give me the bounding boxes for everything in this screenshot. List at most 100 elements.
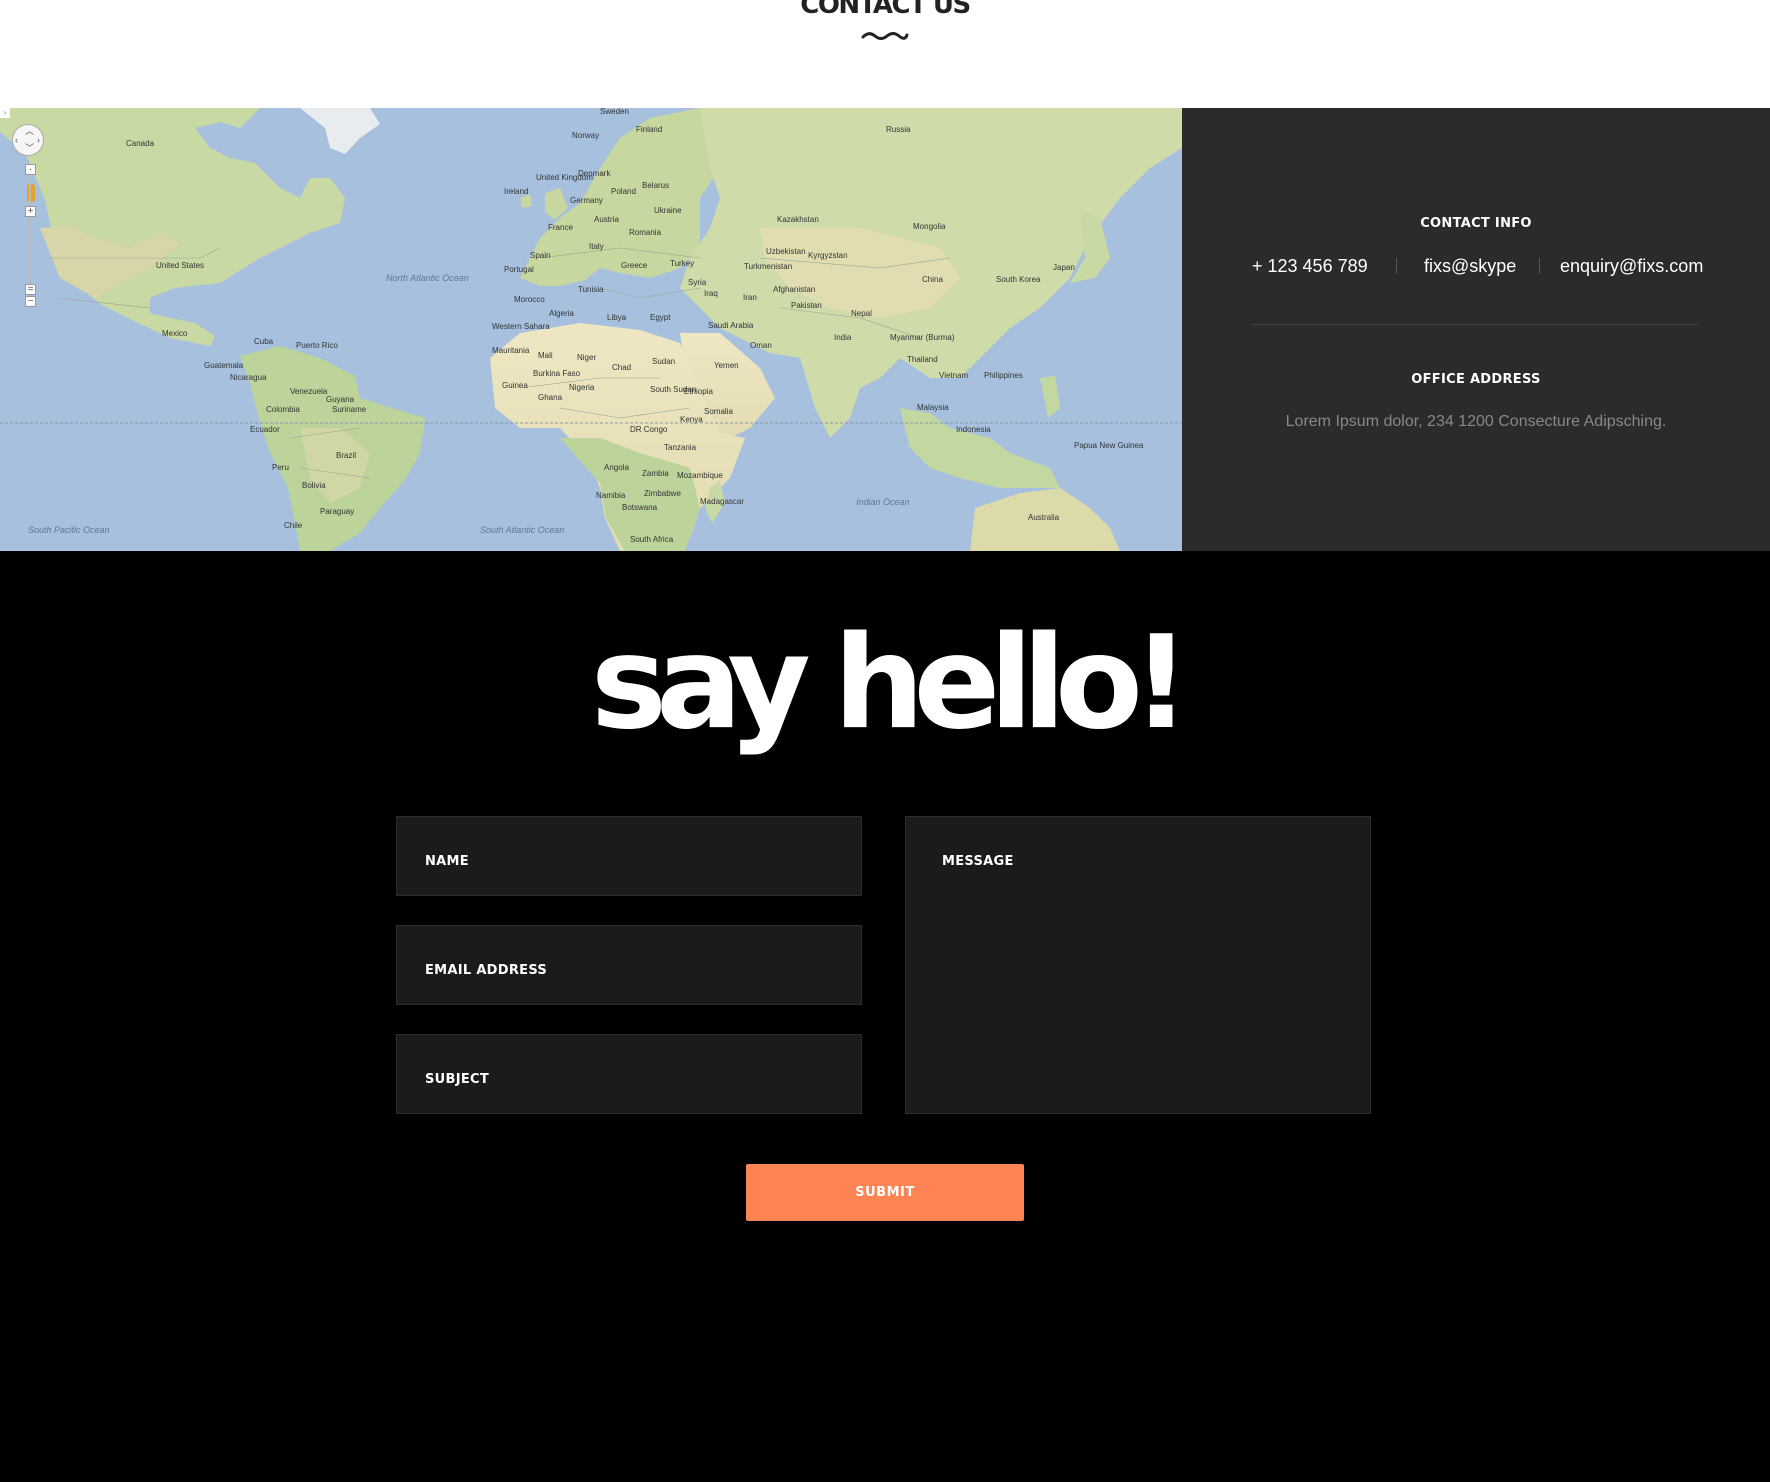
map-label: Austria: [594, 215, 619, 224]
map-label: Norway: [572, 131, 600, 140]
map-label: Turkmenistan: [744, 262, 793, 271]
map-collapse-arrow-icon[interactable]: ›: [0, 108, 10, 118]
map-label: Papua New Guinea: [1074, 441, 1144, 450]
submit-button[interactable]: SUBMIT: [746, 1164, 1024, 1221]
map-label: Ukraine: [654, 206, 682, 215]
map-label: Guyana: [326, 395, 355, 404]
map-label: Ireland: [504, 187, 529, 196]
map-label: Kyrgyzstan: [808, 251, 848, 260]
map-label: Kenya: [680, 415, 703, 424]
contact-row: + 123 456 789 fixs@skype enquiry@fixs.co…: [1182, 256, 1770, 276]
office-address: Lorem Ipsum dolor, 234 1200 Consecture A…: [1285, 413, 1667, 430]
map-label: Vietnam: [939, 371, 969, 380]
map-label: Romania: [629, 228, 662, 237]
map-label: Greece: [621, 261, 648, 270]
map-label: Indonesia: [956, 425, 991, 434]
map-label: Bolivia: [302, 481, 326, 490]
chevron-right-icon[interactable]: ›: [37, 136, 40, 145]
map-label: Algeria: [549, 309, 574, 318]
map-label: Saudi Arabia: [708, 321, 754, 330]
map-label: Yemen: [714, 361, 739, 370]
map-label: Cuba: [254, 337, 274, 346]
map-ocean-label: Indian Ocean: [856, 497, 910, 507]
map-label: Philippines: [984, 371, 1023, 380]
map-label: Western Sahara: [492, 322, 550, 331]
map-label: Guatemala: [204, 361, 244, 370]
map-label: Egypt: [650, 313, 671, 322]
map-label: Belarus: [642, 181, 670, 190]
map-label: Ecuador: [250, 425, 280, 434]
map-label: Angola: [604, 463, 629, 472]
map-label: Turkey: [670, 259, 695, 268]
contact-info-panel: CONTACT INFO + 123 456 789 fixs@skype en…: [1182, 108, 1770, 551]
chevron-down-icon[interactable]: ﹀: [25, 144, 34, 153]
map-label: Nicaragua: [230, 373, 267, 382]
map-label: Germany: [570, 196, 603, 205]
map-label: Namibia: [596, 491, 626, 500]
map-label: Puerto Rico: [296, 341, 338, 350]
world-map[interactable]: Canada United States Mexico Cuba Puerto …: [0, 108, 1182, 551]
map-label: Chad: [612, 363, 632, 372]
map-label: Libya: [607, 313, 627, 322]
map-label: Spain: [530, 251, 551, 260]
map-label: Burkina Faso: [533, 369, 581, 378]
map-controls: ︿ ‹ › ﹀ · + = −: [12, 124, 44, 307]
map-label: United States: [156, 261, 205, 270]
map-label: Guinea: [502, 381, 528, 390]
subject-field[interactable]: SUBJECT: [396, 1034, 862, 1114]
map-label: Canada: [126, 139, 155, 148]
zoom-thumb-icon[interactable]: =: [25, 284, 36, 295]
map-label: Oman: [750, 341, 772, 350]
map-label: Madagascar: [700, 497, 745, 506]
map-label: Iraq: [704, 289, 718, 298]
map-label: Morocco: [514, 295, 545, 304]
map-label: DR Congo: [630, 425, 668, 434]
map-label: Tanzania: [664, 443, 697, 452]
message-field-placeholder: MESSAGE: [942, 854, 1014, 869]
map-label: Ghana: [538, 393, 563, 402]
message-field[interactable]: MESSAGE: [905, 816, 1371, 1114]
map-label: Sudan: [652, 357, 676, 366]
map-pan-control[interactable]: ︿ ‹ › ﹀: [12, 124, 44, 156]
email-field-placeholder: EMAIL ADDRESS: [425, 963, 548, 978]
map-label: Somalia: [704, 407, 733, 416]
map-label: Ethiopia: [684, 387, 713, 396]
map-label: Myanmar (Burma): [890, 333, 955, 342]
contact-info-heading: CONTACT INFO: [1420, 216, 1532, 231]
map-label: Tunisia: [578, 285, 604, 294]
map-label: Mali: [538, 351, 553, 360]
section-header: CONTACT US: [0, 0, 1770, 108]
map-label: Australia: [1028, 513, 1060, 522]
map-label: Mexico: [162, 329, 188, 338]
map-label: Portugal: [504, 265, 534, 274]
zoom-in-icon[interactable]: +: [25, 206, 36, 217]
page-title: CONTACT US: [800, 0, 971, 20]
map-label: Paraguay: [320, 507, 355, 516]
map-label: Poland: [611, 187, 636, 196]
divider: [1252, 324, 1698, 325]
contact-phone[interactable]: + 123 456 789: [1252, 256, 1368, 277]
map-label: Thailand: [907, 355, 938, 364]
divider: [1539, 258, 1540, 274]
contact-email[interactable]: enquiry@fixs.com: [1560, 256, 1703, 277]
map-label: Chile: [284, 521, 303, 530]
map-label: Nigeria: [569, 383, 595, 392]
map-label: Uzbekistan: [766, 247, 806, 256]
name-field[interactable]: NAME: [396, 816, 862, 896]
map-label: Denmark: [578, 169, 611, 178]
zoom-slider-rail[interactable]: [29, 178, 31, 288]
map-ocean-label: South Pacific Ocean: [28, 525, 110, 535]
map-compass-icon[interactable]: ·: [25, 164, 36, 175]
map-label: Brazil: [336, 451, 357, 460]
chevron-left-icon[interactable]: ‹: [15, 136, 18, 145]
contact-skype[interactable]: fixs@skype: [1424, 256, 1516, 277]
map-label: Kazakhstan: [777, 215, 819, 224]
map-label: Pakistan: [791, 301, 822, 310]
map-label: Finland: [636, 125, 663, 134]
zoom-out-icon[interactable]: −: [25, 296, 36, 307]
zoom-control: · + = −: [25, 164, 36, 307]
map-ocean-label: South Atlantic Ocean: [480, 525, 565, 535]
chevron-up-icon[interactable]: ︿: [25, 127, 34, 136]
map-label: Italy: [589, 242, 604, 251]
email-field[interactable]: EMAIL ADDRESS: [396, 925, 862, 1005]
